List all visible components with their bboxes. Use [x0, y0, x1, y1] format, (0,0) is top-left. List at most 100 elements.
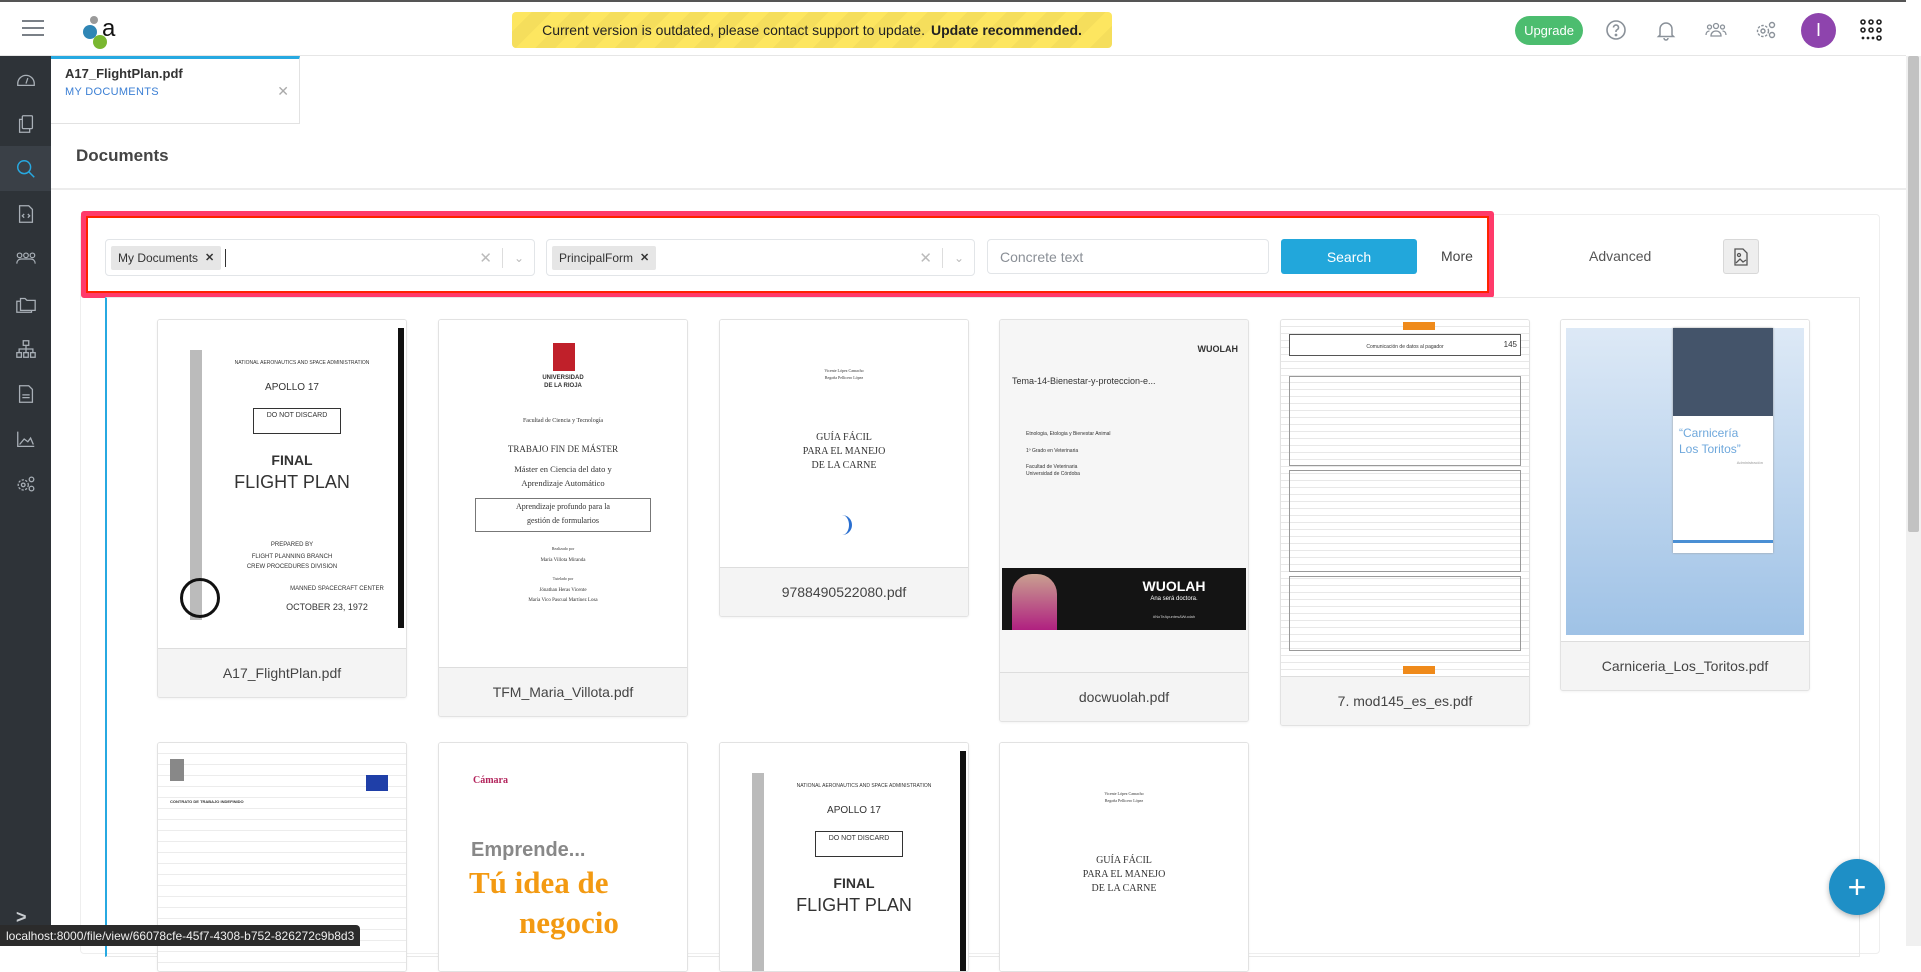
thumb-text: Jónathan Heras Vicente	[539, 588, 587, 593]
thumb-text: UNIVERSIDAD	[542, 375, 584, 381]
chart-icon	[16, 431, 34, 447]
plus-icon: +	[1847, 868, 1867, 905]
sidebar-item-folders[interactable]	[0, 281, 51, 326]
upgrade-button[interactable]: Upgrade	[1515, 16, 1583, 45]
thumb-text: Aprendizaje Automático	[521, 478, 605, 488]
sidebar-item-documents[interactable]	[0, 101, 51, 146]
thumb-text: Etnologia, Etologia y Bienestar Animal	[1026, 431, 1111, 437]
thumb-text: Facultad de Ciencia y Tecnología	[522, 418, 604, 424]
image-document-button[interactable]	[1723, 239, 1759, 274]
document-card[interactable]: Cámara Emprende... Tú idea de negocio	[438, 742, 688, 972]
thumb-text: NATIONAL AERONAUTICS AND SPACE ADMINISTR…	[796, 783, 932, 789]
image-file-icon	[1734, 247, 1748, 266]
divider	[51, 188, 1906, 190]
thumb-text: “Carnicería	[1679, 426, 1739, 440]
thumb-text: CONTRATO DE TRABAJO INDEFINIDO	[158, 799, 406, 804]
document-name: A17_FlightPlan.pdf	[158, 648, 406, 697]
document-thumbnail: NATIONAL AERONAUTICS AND SPACE ADMINISTR…	[158, 320, 406, 648]
page-scrollbar[interactable]	[1906, 56, 1921, 946]
settings-icon[interactable]	[1754, 18, 1778, 42]
document-card[interactable]: Vicente López Camacho Begoña Pellicero L…	[719, 319, 969, 617]
tab-title: A17_FlightPlan.pdf	[65, 66, 183, 81]
document-card[interactable]: “Carnicería Los Toritos” Administración …	[1560, 319, 1810, 691]
top-bar: a Current version is outdated, please co…	[0, 0, 1906, 56]
document-card[interactable]: WUOLAH Tema-14-Bienestar-y-proteccion-e.…	[999, 319, 1249, 722]
thumb-text: Ana será doctora.	[1150, 596, 1198, 602]
sidebar-item-code-files[interactable]	[0, 191, 51, 236]
document-thumbnail: UNIVERSIDAD DE LA RIOJA Facultad de Cien…	[439, 320, 687, 667]
advanced-button[interactable]: Advanced	[1589, 248, 1651, 264]
thumb-text: Vicente López Camacho	[824, 368, 864, 373]
thumb-text: Facultad de Veterinaria	[1026, 464, 1078, 470]
sidebar-item-users[interactable]	[0, 236, 51, 281]
sidebar-item-settings[interactable]	[0, 461, 51, 506]
sidebar-item-hierarchy[interactable]	[0, 326, 51, 371]
search-icon	[16, 159, 35, 178]
status-url: localhost:8000/file/view/66078cfe-45f7-4…	[0, 925, 361, 946]
thumb-text: WUOLAH	[1197, 344, 1239, 354]
thumb-text: FINAL	[271, 452, 313, 468]
users-icon	[15, 251, 36, 264]
help-icon[interactable]	[1604, 18, 1628, 42]
banner-text: Current version is outdated, please cont…	[542, 22, 925, 38]
thumb-text: Tema-14-Bienestar-y-proteccion-e...	[1012, 376, 1156, 386]
thumb-text: DO NOT DISCARD	[815, 831, 903, 857]
user-avatar[interactable]: I	[1801, 13, 1836, 48]
document-card[interactable]: UNIVERSIDAD DE LA RIOJA Facultad de Cien…	[438, 319, 688, 717]
thumb-text: MANNED SPACECRAFT CENTER	[290, 586, 384, 592]
thumb-text: DE LA CARNE	[811, 460, 877, 471]
apps-grid-icon[interactable]	[1859, 18, 1883, 42]
sidebar-item-file[interactable]	[0, 371, 51, 416]
highlight-box	[81, 211, 1494, 298]
thumb-text: CREW PROCEDURES DIVISION	[246, 564, 338, 570]
thumb-text: FLIGHT PLANNING BRANCH	[251, 554, 333, 560]
folders-icon	[15, 297, 36, 313]
document-name: docwuolah.pdf	[1000, 672, 1248, 721]
thumb-text: Tutelado por	[552, 576, 574, 581]
document-card[interactable]: NATIONAL AERONAUTICS AND SPACE ADMINISTR…	[719, 742, 969, 972]
code-file-icon	[18, 204, 33, 223]
document-thumbnail: NATIONAL AERONAUTICS AND SPACE ADMINISTR…	[720, 743, 968, 971]
thumb-text: WUOLAH	[1142, 578, 1206, 594]
thumb-text: Máster en Ciencia del dato y	[514, 464, 612, 474]
bell-icon[interactable]	[1654, 18, 1678, 42]
thumb-text: Universidad de Córdoba	[1026, 471, 1080, 477]
thumb-text: gestión de formularios	[527, 516, 599, 525]
document-thumbnail: Vicente López Camacho Begoña Pellicero L…	[720, 320, 968, 567]
document-card[interactable]: NATIONAL AERONAUTICS AND SPACE ADMINISTR…	[157, 319, 407, 698]
thumb-text: DE LA RIOJA	[544, 383, 582, 389]
document-name: Carniceria_Los_Toritos.pdf	[1561, 641, 1809, 690]
thumb-text: NATIONAL AERONAUTICS AND SPACE ADMINISTR…	[234, 360, 370, 366]
thumb-text: Begoña Pellicero López	[824, 375, 864, 380]
add-document-button[interactable]: +	[1829, 859, 1885, 915]
thumb-text: Begoña Pellicero López	[1104, 798, 1144, 803]
thumb-text: Realizado por	[551, 546, 575, 551]
close-icon[interactable]: ✕	[277, 83, 289, 100]
sidebar-item-dashboard[interactable]	[0, 56, 51, 101]
document-name: 7. mod145_es_es.pdf	[1281, 676, 1529, 725]
thumb-text: DE LA CARNE	[1091, 883, 1157, 894]
users-icon[interactable]	[1704, 18, 1728, 42]
document-thumbnail: Comunicación de datos al pagador 145	[1281, 320, 1529, 676]
thumb-text: 1º Grado en Veterinaria	[1026, 448, 1079, 454]
file-text-icon	[18, 384, 33, 403]
scrollbar-thumb[interactable]	[1908, 56, 1919, 532]
document-thumbnail: WUOLAH Tema-14-Bienestar-y-proteccion-e.…	[1000, 320, 1248, 672]
thumb-text: FLIGHT PLAN	[234, 472, 350, 492]
document-name: TFM_Maria_Villota.pdf	[439, 667, 687, 716]
thumb-text: OCTOBER 23, 1972	[286, 602, 368, 612]
dashboard-icon	[16, 74, 35, 86]
document-card[interactable]: Vicente López Camacho Begoña Pellicero L…	[999, 742, 1249, 972]
hierarchy-icon	[15, 339, 36, 358]
open-document-tab[interactable]: A17_FlightPlan.pdf MY DOCUMENTS ✕	[51, 56, 300, 124]
sidebar-item-analytics[interactable]	[0, 416, 51, 461]
menu-icon[interactable]	[22, 20, 44, 36]
sidebar-item-search[interactable]	[0, 146, 51, 191]
thumb-text: GUÍA FÁCIL	[1096, 855, 1152, 866]
app-logo[interactable]: a	[80, 12, 130, 50]
thumb-text: TRABAJO FIN DE MÁSTER	[507, 444, 619, 454]
document-card[interactable]: Comunicación de datos al pagador 145 7. …	[1280, 319, 1530, 726]
thumb-text: María Villota Miranda	[540, 558, 586, 563]
thumb-text: Administración	[1736, 460, 1763, 465]
svg-text:a: a	[102, 15, 116, 42]
